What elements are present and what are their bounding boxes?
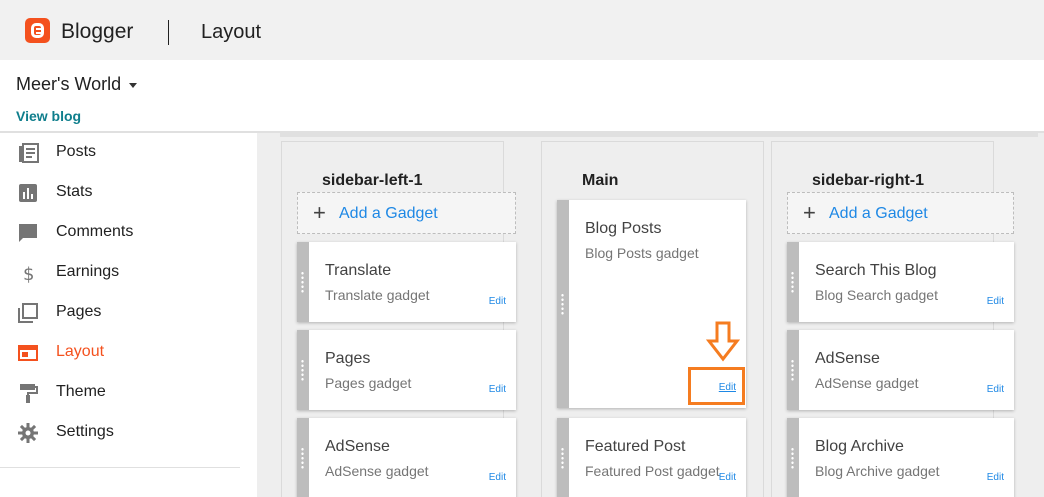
drag-handle-icon[interactable]: [787, 330, 799, 410]
sidebar-item-posts[interactable]: Posts: [0, 133, 257, 173]
gadget-edit-link[interactable]: Edit: [987, 384, 1004, 395]
gadget-subtitle: Translate gadget: [325, 287, 430, 303]
gadget-title: Featured Post: [585, 438, 686, 455]
blog-selector[interactable]: Meer's World: [16, 74, 121, 95]
gadget-edit-link[interactable]: Edit: [489, 296, 506, 307]
add-gadget-label: Add a Gadget: [339, 205, 438, 222]
blogger-logo-icon[interactable]: [25, 18, 50, 43]
sidebar-nav: Posts Stats Comments $ Earnings Pages La…: [0, 133, 257, 497]
gadget-edit-link[interactable]: Edit: [489, 472, 506, 483]
sidebar-item-label: Pages: [56, 303, 102, 320]
content-divider: [280, 133, 1038, 137]
gadget-card[interactable]: AdSense AdSense gadget Edit: [297, 418, 516, 497]
sidebar-item-label: Comments: [56, 223, 134, 240]
chevron-down-icon[interactable]: [129, 83, 137, 88]
stats-icon: [19, 184, 37, 202]
plus-icon: +: [803, 200, 816, 225]
gadget-edit-link[interactable]: Edit: [719, 472, 736, 483]
column-main: Main Blog Posts Blog Posts gadget Edit F…: [541, 141, 764, 497]
gadget-card[interactable]: Featured Post Featured Post gadget Edit: [557, 418, 746, 497]
gadget-card[interactable]: Translate Translate gadget Edit: [297, 242, 516, 322]
pages-icon: [18, 303, 38, 323]
gadget-title: Pages: [325, 350, 371, 367]
layout-icon: [18, 345, 38, 361]
annotation-arrow-icon: [706, 321, 740, 362]
annotation-highlight-box: [688, 367, 745, 405]
header-divider: [168, 20, 169, 45]
app-name[interactable]: Blogger: [61, 20, 133, 44]
gadget-title: AdSense: [325, 438, 390, 455]
column-sidebar-left: sidebar-left-1 + Add a Gadget Translate …: [281, 141, 516, 497]
gadget-title: Blog Posts: [585, 220, 662, 237]
gadget-card[interactable]: Blog Archive Blog Archive gadget Edit: [787, 418, 1014, 497]
sidebar-item-comments[interactable]: Comments: [0, 213, 257, 253]
plus-icon: +: [313, 200, 326, 225]
gadget-edit-link[interactable]: Edit: [987, 296, 1004, 307]
comments-icon: [19, 224, 37, 242]
view-blog-link[interactable]: View blog: [16, 108, 81, 124]
gear-icon: [18, 423, 38, 443]
add-gadget-button[interactable]: + Add a Gadget: [297, 192, 516, 234]
layout-editor: sidebar-left-1 + Add a Gadget Translate …: [257, 133, 1044, 497]
sidebar-item-settings[interactable]: Settings: [0, 413, 257, 453]
gadget-card[interactable]: Search This Blog Blog Search gadget Edit: [787, 242, 1014, 322]
gadget-card[interactable]: Pages Pages gadget Edit: [297, 330, 516, 410]
top-bar: Blogger Layout: [0, 0, 1044, 60]
page-title: Layout: [201, 21, 262, 43]
sidebar-item-label: Earnings: [56, 263, 120, 280]
gadget-edit-link[interactable]: Edit: [489, 384, 506, 395]
sidebar-item-label: Settings: [56, 423, 114, 440]
drag-handle-icon[interactable]: [297, 242, 309, 322]
gadget-edit-link[interactable]: Edit: [987, 472, 1004, 483]
gadget-title: Translate: [325, 262, 392, 279]
svg-text:$: $: [23, 264, 34, 284]
drag-handle-icon[interactable]: [787, 242, 799, 322]
gadget-title: AdSense: [815, 350, 880, 367]
gadget-card[interactable]: AdSense AdSense gadget Edit: [787, 330, 1014, 410]
drag-handle-icon[interactable]: [557, 200, 569, 408]
sidebar-item-label: Layout: [56, 343, 105, 360]
sidebar-item-label: Posts: [56, 143, 97, 160]
sidebar-item-earnings[interactable]: $ Earnings: [0, 253, 257, 293]
gadget-subtitle: Pages gadget: [325, 375, 412, 391]
drag-handle-icon[interactable]: [297, 330, 309, 410]
gadget-subtitle: Blog Search gadget: [815, 287, 938, 303]
paint-roller-icon: [20, 384, 38, 403]
gadget-subtitle: AdSense gadget: [815, 375, 919, 391]
sidebar-item-theme[interactable]: Theme: [0, 373, 257, 413]
dollar-icon: $: [23, 264, 34, 284]
gadget-title: Search This Blog: [815, 262, 937, 279]
gadget-title: Blog Archive: [815, 438, 904, 455]
drag-handle-icon[interactable]: [297, 418, 309, 497]
sidebar-item-pages[interactable]: Pages: [0, 293, 257, 333]
add-gadget-button[interactable]: + Add a Gadget: [787, 192, 1014, 234]
sidebar-item-stats[interactable]: Stats: [0, 173, 257, 213]
drag-handle-icon[interactable]: [557, 418, 569, 497]
add-gadget-label: Add a Gadget: [829, 205, 928, 222]
column-sidebar-right: sidebar-right-1 + Add a Gadget Search Th…: [771, 141, 1014, 497]
drag-handle-icon[interactable]: [787, 418, 799, 497]
column-title: sidebar-left-1: [322, 172, 423, 189]
gadget-subtitle: AdSense gadget: [325, 463, 429, 479]
gadget-subtitle: Featured Post gadget: [585, 463, 720, 479]
sidebar-item-layout[interactable]: Layout: [0, 333, 257, 373]
gadget-subtitle: Blog Posts gadget: [585, 245, 699, 261]
sidebar-item-label: Stats: [56, 183, 93, 200]
column-title: sidebar-right-1: [812, 172, 925, 189]
sidebar-item-label: Theme: [56, 383, 106, 400]
posts-icon: [19, 143, 39, 163]
column-title: Main: [582, 172, 619, 189]
gadget-subtitle: Blog Archive gadget: [815, 463, 940, 479]
sidebar-divider: [0, 467, 240, 468]
